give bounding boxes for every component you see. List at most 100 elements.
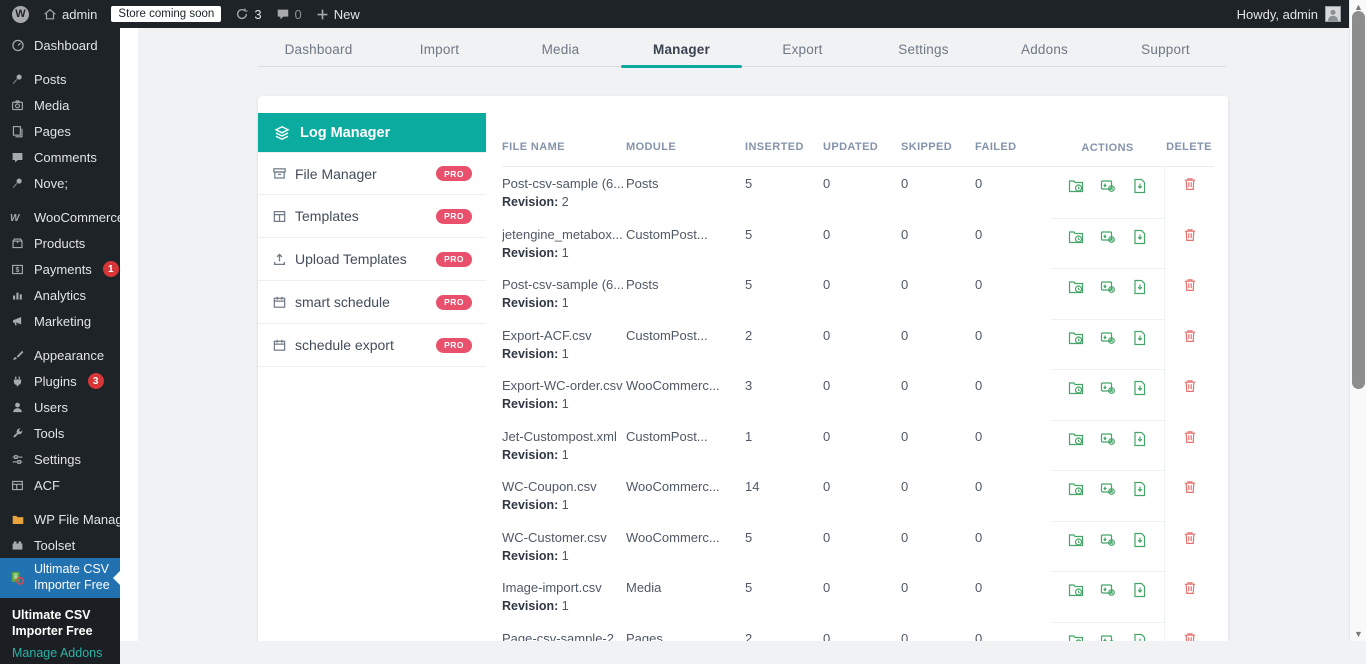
delete-icon[interactable] [1182,580,1198,596]
submenu-item-manage-addons[interactable]: Manage Addons [12,646,110,660]
table-row: Export-ACF.csvRevision: 1 CustomPost... … [502,319,1214,370]
sidebar-item-nove[interactable]: Nove; [0,170,120,196]
sidebar-item-pages[interactable]: Pages [0,118,120,144]
submenu-item-ultimate-csv-importer-free[interactable]: Ultimate CSV Importer Free [12,607,110,640]
remove-media-icon[interactable] [1099,177,1117,195]
sidebar-item-plugins[interactable]: Plugins 3 [0,368,120,394]
delete-icon[interactable] [1182,227,1198,243]
payments-badge: 1 [103,261,119,277]
sidebar-item-settings[interactable]: Settings [0,446,120,472]
calendar-icon [272,295,287,310]
revert-import-icon[interactable] [1067,228,1085,246]
download-log-icon[interactable] [1131,379,1149,397]
tab-manager[interactable]: Manager [621,33,742,66]
site-link[interactable]: admin [43,7,97,22]
panel-item-schedule-export[interactable]: schedule export PRO [258,324,486,367]
remove-media-icon[interactable] [1099,632,1117,642]
sidebar-item-users[interactable]: Users [0,394,120,420]
delete-icon[interactable] [1182,277,1198,293]
panel-item-smart-schedule[interactable]: smart schedule PRO [258,281,486,324]
page-scrollbar[interactable]: ▲ ▼ [1349,0,1366,641]
revert-import-icon[interactable] [1067,379,1085,397]
remove-media-icon[interactable] [1099,531,1117,549]
delete-icon[interactable] [1182,631,1198,642]
account-menu[interactable]: Howdy, admin [1237,6,1349,22]
table-row: WC-Coupon.csvRevision: 1 WooCommerc... 1… [502,470,1214,521]
revert-import-icon[interactable] [1067,278,1085,296]
download-log-icon[interactable] [1131,278,1149,296]
revert-import-icon[interactable] [1067,177,1085,195]
updates-menu[interactable]: 3 [235,7,261,22]
tab-media[interactable]: Media [500,33,621,66]
comments-menu[interactable]: 0 [276,7,302,22]
remove-media-icon[interactable] [1099,480,1117,498]
sidebar-item-wp-file-manager[interactable]: WP File Manager [0,506,120,532]
tab-import[interactable]: Import [379,33,500,66]
panel-item-file-manager[interactable]: File Manager PRO [258,152,486,195]
sidebar-item-payments[interactable]: $ Payments 1 [0,256,120,282]
download-log-icon[interactable] [1131,228,1149,246]
tab-dashboard[interactable]: Dashboard [258,33,379,66]
plus-icon [316,8,329,21]
delete-icon[interactable] [1182,176,1198,192]
revert-import-icon[interactable] [1067,581,1085,599]
download-log-icon[interactable] [1131,329,1149,347]
module-cell: WooCommerc... [626,530,745,572]
tab-addons[interactable]: Addons [984,33,1105,66]
download-log-icon[interactable] [1131,177,1149,195]
sidebar-item-media[interactable]: Media [0,92,120,118]
scrollbar-thumb[interactable] [1352,11,1365,389]
sidebar-item-products[interactable]: Products [0,230,120,256]
sidebar-item-dashboard[interactable]: Dashboard [0,32,120,58]
sidebar-item-appearance[interactable]: Appearance [0,342,120,368]
skipped-cell: 0 [901,530,975,572]
revert-import-icon[interactable] [1067,329,1085,347]
download-log-icon[interactable] [1131,430,1149,448]
remove-media-icon[interactable] [1099,581,1117,599]
tab-export[interactable]: Export [742,33,863,66]
sidebar-item-ultimate-csv-importer[interactable]: Ultimate CSV Importer Free [0,558,120,598]
revert-import-icon[interactable] [1067,480,1085,498]
remove-media-icon[interactable] [1099,228,1117,246]
delete-icon[interactable] [1182,378,1198,394]
sidebar-item-marketing[interactable]: Marketing [0,308,120,334]
download-log-icon[interactable] [1131,480,1149,498]
failed-cell: 0 [975,479,1051,521]
user-icon [10,401,25,414]
panel-item-upload-templates[interactable]: Upload Templates PRO [258,238,486,281]
revert-import-icon[interactable] [1067,430,1085,448]
remove-media-icon[interactable] [1099,430,1117,448]
sidebar-item-acf[interactable]: ACF [0,472,120,498]
col-inserted: INSERTED [745,141,823,153]
panel-item-log-manager[interactable]: Log Manager [258,113,486,152]
remove-media-icon[interactable] [1099,329,1117,347]
tab-support[interactable]: Support [1105,33,1226,66]
sidebar-item-analytics[interactable]: Analytics [0,282,120,308]
scrollbar-down-arrow[interactable]: ▼ [1350,627,1366,641]
sidebar-item-toolset[interactable]: Toolset [0,532,120,558]
delete-icon[interactable] [1182,479,1198,495]
delete-icon[interactable] [1182,429,1198,445]
download-log-icon[interactable] [1131,531,1149,549]
coming-soon-badge[interactable]: Store coming soon [111,6,221,22]
sidebar-item-tools[interactable]: Tools [0,420,120,446]
table-icon [10,479,25,492]
panel-item-templates[interactable]: Templates PRO [258,195,486,238]
wordpress-menu[interactable]: W [12,6,29,23]
download-log-icon[interactable] [1131,581,1149,599]
new-menu[interactable]: New [316,7,360,22]
revert-import-icon[interactable] [1067,531,1085,549]
sidebar-item-woocommerce[interactable]: W WooCommerce [0,204,120,230]
tab-settings[interactable]: Settings [863,33,984,66]
delete-icon[interactable] [1182,328,1198,344]
sidebar-item-posts[interactable]: Posts [0,66,120,92]
delete-icon[interactable] [1182,530,1198,546]
download-log-icon[interactable] [1131,632,1149,642]
remove-media-icon[interactable] [1099,278,1117,296]
updated-cell: 0 [823,530,901,572]
revert-import-icon[interactable] [1067,632,1085,642]
products-icon [10,237,25,250]
sidebar-item-comments[interactable]: Comments [0,144,120,170]
inserted-cell: 5 [745,530,823,572]
remove-media-icon[interactable] [1099,379,1117,397]
